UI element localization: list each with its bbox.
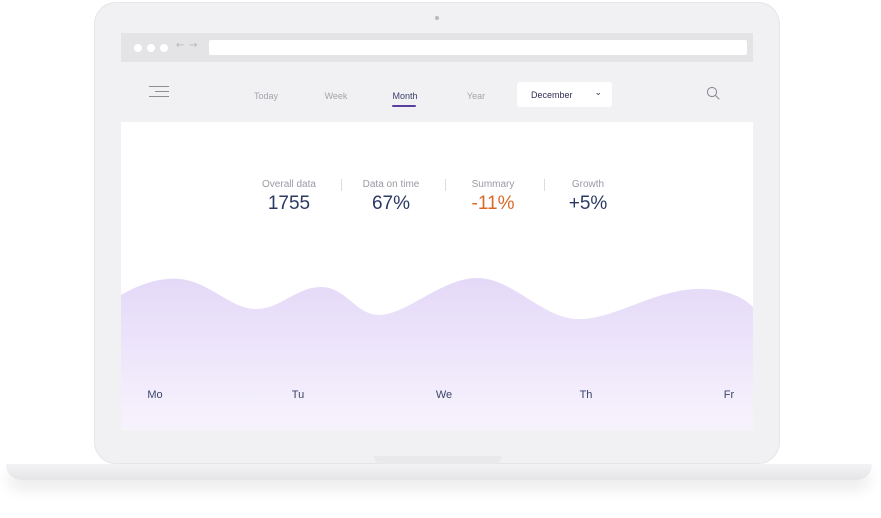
month-dropdown-value: December [531,90,573,100]
stat-value: +5% [568,193,608,214]
chevron-down-icon: ⌄ [594,88,602,98]
maximize-dot[interactable] [160,44,168,52]
stat-value: -11% [471,193,515,214]
month-dropdown[interactable]: December ⌄ [517,82,612,107]
stat-data-on-time: Data on time 67% [341,179,441,215]
tab-month[interactable]: Month [392,91,417,101]
x-axis-label-we: We [435,389,453,401]
area-series-fill [121,277,753,430]
x-axis-label-th: Th [579,389,593,401]
stat-value: 67% [371,193,411,214]
forward-arrow-icon[interactable]: → [189,40,197,51]
app-header: Today Week Month Year December ⌄ [121,62,753,122]
stat-label: Data on time [362,179,420,190]
browser-toolbar: ← → [121,33,753,62]
stat-label: Summary [471,179,515,190]
x-axis-label-fr: Fr [723,389,735,401]
area-chart [121,277,753,430]
x-axis-label-mo: Mo [147,389,163,401]
back-arrow-icon[interactable]: ← [176,40,184,51]
close-dot[interactable] [134,44,142,52]
tab-week[interactable]: Week [325,91,348,101]
stat-growth: Growth +5% [538,179,638,215]
stat-value: 1755 [267,193,311,214]
screen: ← → Today Week Month Year December ⌄ Ove… [121,33,753,430]
minimize-dot[interactable] [147,44,155,52]
x-axis-label-tu: Tu [291,389,305,401]
active-tab-indicator [392,105,416,107]
hamburger-icon[interactable] [147,84,169,100]
camera-dot [435,16,439,20]
laptop-hinge [374,456,502,464]
stat-summary: Summary -11% [443,179,543,215]
stat-label: Growth [571,179,605,190]
laptop-base [6,464,872,480]
stat-overall-data: Overall data 1755 [239,179,339,215]
stat-label: Overall data [262,179,316,190]
address-bar[interactable] [209,40,747,55]
search-icon[interactable] [706,86,720,100]
tab-year[interactable]: Year [467,91,485,101]
tab-today[interactable]: Today [254,91,278,101]
